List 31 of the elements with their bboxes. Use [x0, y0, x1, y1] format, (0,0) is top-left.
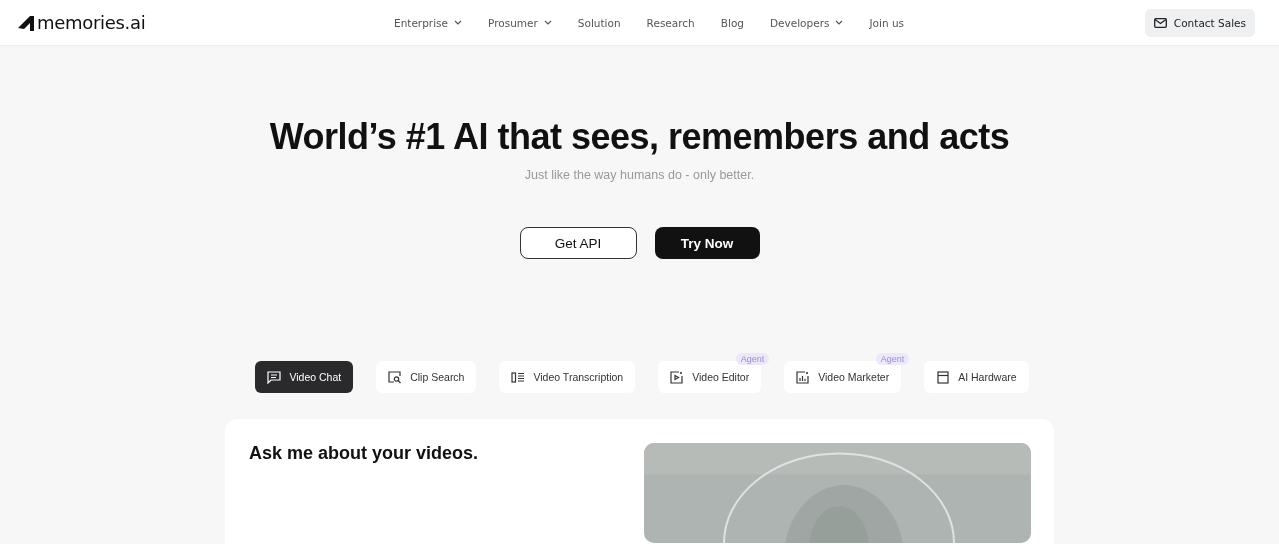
- panel-icon: [936, 370, 951, 384]
- agent-badge: Agent: [875, 353, 910, 365]
- mail-icon: [1153, 17, 1167, 28]
- nav-link[interactable]: Solution: [577, 16, 621, 29]
- chevron-down-icon: [454, 20, 462, 25]
- hero-title: World’s #1 AI that sees, remembers and acts: [269, 116, 1010, 158]
- feature-tab[interactable]: Clip Search: [376, 361, 477, 393]
- chat-icon: [267, 370, 282, 384]
- nav-link[interactable]: Research: [646, 16, 695, 29]
- chevron-down-icon: [543, 20, 552, 25]
- hero-subtitle: Just like the way humans do - only better.: [524, 168, 755, 182]
- search-icon: [388, 370, 403, 384]
- nav-link[interactable]: Enterprise: [394, 16, 462, 29]
- nav-link[interactable]: Join us: [869, 16, 905, 29]
- video-icon: [670, 370, 685, 384]
- nav-link[interactable]: Developers: [770, 16, 844, 29]
- chevron-down-icon: [835, 20, 844, 25]
- nav-link[interactable]: Prosumer: [488, 16, 552, 29]
- chart-icon: [796, 370, 811, 384]
- feature-tab[interactable]: Video Chat: [255, 361, 354, 393]
- logo-icon: [18, 14, 35, 31]
- panel-heading: Ask me about your videos.: [249, 443, 479, 465]
- logo-text[interactable]: memories.ai: [37, 12, 146, 33]
- try-now-button[interactable]: Try Now: [654, 227, 760, 259]
- feature-tab[interactable]: AI Hardware: [924, 361, 1029, 393]
- feature-tab[interactable]: Video Transcription: [499, 361, 636, 393]
- transcript-icon: [511, 370, 526, 384]
- agent-badge: Agent: [735, 353, 770, 365]
- contact-sales-button[interactable]: Contact Sales: [1144, 8, 1255, 37]
- nav-link[interactable]: Blog: [720, 16, 744, 29]
- get-api-button[interactable]: Get API: [519, 227, 637, 259]
